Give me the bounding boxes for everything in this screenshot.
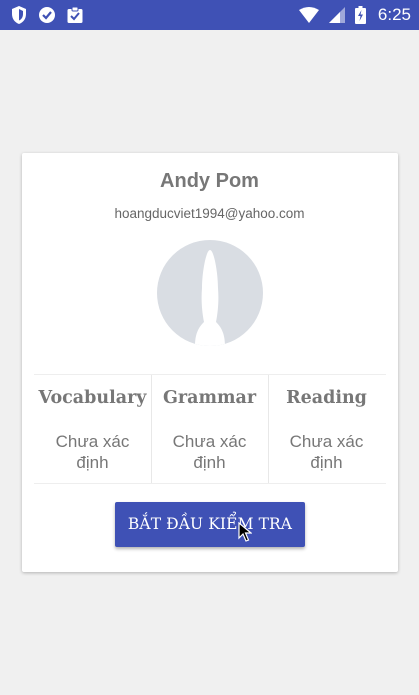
profile-email: hoangducviet1994@yahoo.com: [114, 206, 305, 221]
person-silhouette-icon: [195, 250, 225, 346]
skill-vocabulary: Vocabulary Chưa xác định: [34, 375, 151, 483]
skill-reading: Reading Chưa xác định: [268, 375, 385, 483]
wifi-icon: [298, 7, 319, 23]
skill-title: Grammar: [162, 388, 257, 408]
start-test-button[interactable]: BẮT ĐẦU KIỂM TRA: [115, 502, 305, 547]
skill-title: Vocabulary: [38, 388, 147, 408]
skill-status: Chưa xác định: [289, 432, 364, 472]
notification-icons: [10, 5, 84, 25]
skill-title: Reading: [286, 388, 367, 408]
heart-icon: [38, 6, 56, 24]
clipboard-check-icon: [66, 6, 84, 24]
battery-charging-icon: [354, 6, 366, 24]
signal-icon: [328, 7, 345, 23]
profile-name: Andy Pom: [160, 170, 259, 192]
status-time: 6:25: [377, 5, 411, 24]
stats-divider-bottom: [34, 483, 386, 484]
avatar: [157, 240, 263, 346]
shield-icon: [10, 5, 28, 25]
skill-status: Chưa xác định: [172, 432, 247, 472]
mouse-cursor-icon: [238, 521, 253, 547]
skill-grammar: Grammar Chưa xác định: [151, 375, 268, 483]
status-bar: 6:25: [0, 0, 419, 30]
skill-status: Chưa xác định: [55, 432, 130, 472]
system-icons: 6:25: [298, 5, 411, 25]
